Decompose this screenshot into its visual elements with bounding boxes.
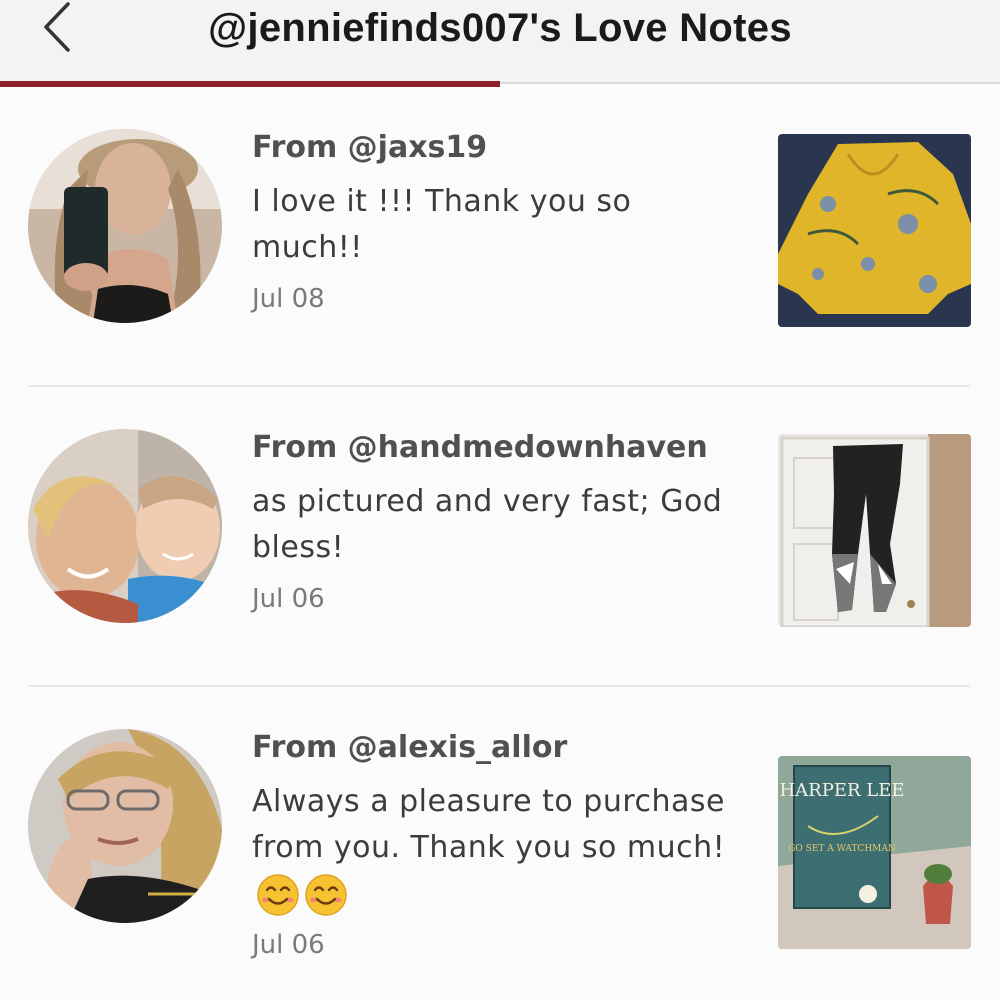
note-sender[interactable]: From @jaxs19 <box>252 127 752 169</box>
listing-thumbnail[interactable] <box>778 134 971 327</box>
smiling-face-icon <box>256 873 300 917</box>
love-note-item[interactable]: From @jaxs19 I love it !!! Thank you so … <box>0 87 1000 387</box>
love-notes-list: From @jaxs19 I love it !!! Thank you so … <box>0 87 1000 987</box>
app-header: @jenniefinds007's Love Notes <box>0 0 1000 82</box>
note-date: Jul 06 <box>252 930 325 960</box>
note-message: I love it !!! Thank you so much!! <box>252 179 752 271</box>
smiling-face-icon <box>304 873 348 917</box>
note-message-text: Always a pleasure to purchase from you. … <box>252 784 726 865</box>
note-message-text: as pictured and very fast; God bless! <box>252 484 723 565</box>
note-message: Always a pleasure to purchase from you. … <box>252 779 752 917</box>
listing-thumbnail[interactable] <box>778 434 971 627</box>
note-date: Jul 06 <box>252 584 325 614</box>
love-note-item[interactable]: From @alexis_allor Always a pleasure to … <box>0 687 1000 987</box>
book-author: HARPER LEE <box>779 780 904 801</box>
book-title: GO SET A WATCHMAN <box>788 844 896 854</box>
love-note-item[interactable]: From @handmedownhaven as pictured and ve… <box>0 387 1000 687</box>
avatar[interactable] <box>28 729 222 923</box>
note-sender[interactable]: From @handmedownhaven <box>252 427 752 469</box>
listing-thumbnail[interactable]: HARPER LEE GO SET A WATCHMAN <box>778 756 971 949</box>
page-title: @jenniefinds007's Love Notes <box>208 6 792 50</box>
avatar[interactable] <box>28 129 222 323</box>
note-message: as pictured and very fast; God bless! <box>252 479 752 571</box>
note-content: From @jaxs19 I love it !!! Thank you so … <box>252 127 752 317</box>
note-sender[interactable]: From @alexis_allor <box>252 727 752 769</box>
note-content: From @alexis_allor Always a pleasure to … <box>252 727 752 963</box>
avatar[interactable] <box>28 429 222 623</box>
note-date: Jul 08 <box>252 284 325 314</box>
note-message-text: I love it !!! Thank you so much!! <box>252 184 632 265</box>
note-content: From @handmedownhaven as pictured and ve… <box>252 427 752 617</box>
